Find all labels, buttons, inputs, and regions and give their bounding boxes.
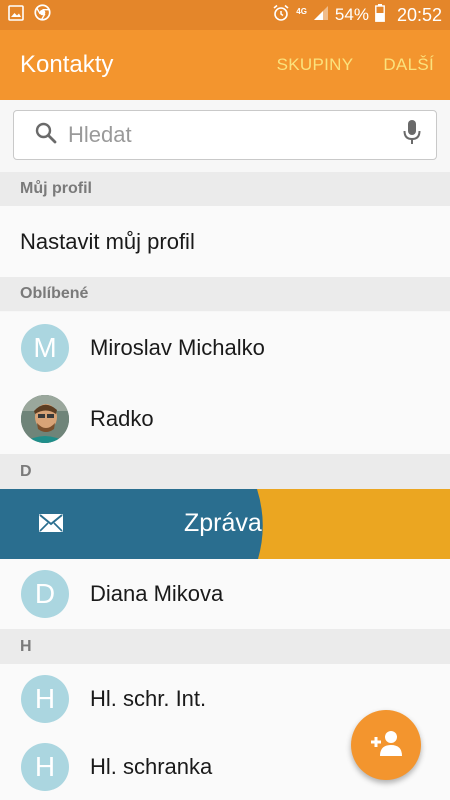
search-icon bbox=[34, 121, 58, 150]
add-contact-button[interactable] bbox=[351, 710, 421, 780]
battery-icon bbox=[375, 3, 385, 27]
section-h: H bbox=[0, 629, 450, 664]
avatar: D bbox=[21, 570, 69, 618]
avatar-photo bbox=[21, 395, 69, 443]
contact-name: Hl. schranka bbox=[90, 754, 213, 779]
search-area bbox=[0, 100, 450, 172]
contact-row[interactable]: M Miroslav Michalko bbox=[0, 312, 450, 384]
more-button[interactable]: DALŠÍ bbox=[383, 55, 434, 75]
swipe-message-label: Zpráva bbox=[184, 509, 262, 537]
gallery-icon bbox=[8, 4, 24, 26]
contact-row[interactable]: Radko bbox=[0, 384, 450, 454]
section-my-profile: Můj profil bbox=[0, 172, 450, 206]
page-title: Kontakty bbox=[20, 51, 114, 78]
alarm-icon bbox=[272, 4, 290, 27]
contact-name: Miroslav Michalko bbox=[90, 335, 265, 360]
avatar: M bbox=[21, 324, 69, 372]
avatar: H bbox=[21, 743, 69, 791]
contact-name: Radko bbox=[90, 406, 154, 431]
avatar: H bbox=[21, 675, 69, 723]
set-profile-label: Nastavit můj profil bbox=[20, 228, 195, 254]
clock: 20:52 bbox=[396, 4, 442, 25]
section-favorites: Oblíbené bbox=[0, 277, 450, 311]
signal-icon bbox=[313, 5, 329, 26]
search-box[interactable] bbox=[13, 110, 437, 160]
network-type: 4G bbox=[296, 7, 307, 16]
envelope-icon bbox=[38, 513, 64, 538]
swipe-message-action[interactable]: Zpráva bbox=[0, 489, 450, 559]
search-input[interactable] bbox=[68, 122, 402, 148]
contact-name: Hl. schr. Int. bbox=[90, 686, 207, 711]
set-profile-row[interactable]: Nastavit můj profil bbox=[0, 206, 450, 277]
section-d: D bbox=[0, 454, 450, 489]
app-bar: Kontakty SKUPINY DALŠÍ bbox=[0, 30, 450, 100]
mic-icon[interactable] bbox=[402, 119, 422, 152]
chrome-icon bbox=[34, 4, 51, 26]
groups-button[interactable]: SKUPINY bbox=[277, 55, 354, 75]
add-contact-icon bbox=[370, 730, 402, 761]
battery-percent: 54% bbox=[334, 5, 369, 24]
contact-name: Diana Mikova bbox=[90, 581, 224, 606]
status-bar: 4G 54% 20:52 bbox=[0, 0, 450, 30]
contact-row[interactable]: D Diana Mikova bbox=[0, 559, 450, 629]
appbar-actions: SKUPINY DALŠÍ bbox=[277, 55, 434, 75]
